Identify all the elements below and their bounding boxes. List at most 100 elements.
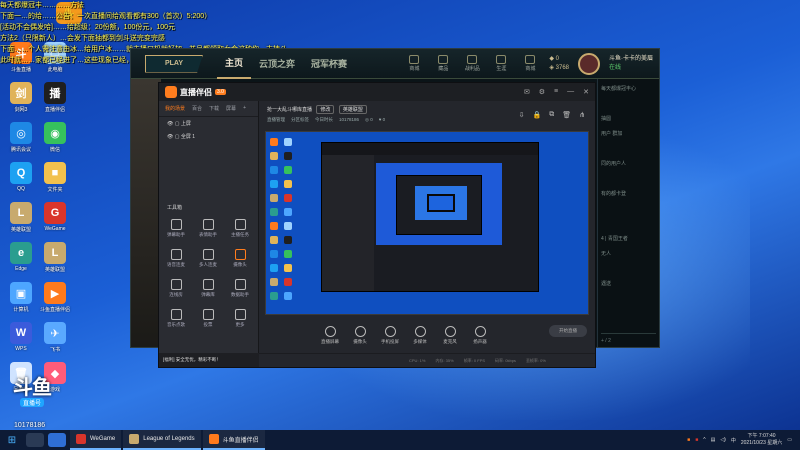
lol-tab-tft[interactable]: 云顶之弈 [251, 49, 303, 79]
toolbox-item[interactable]: 主播任务 [225, 219, 255, 238]
network-icon[interactable]: ▤ [711, 437, 716, 443]
desktop-icon[interactable]: 剑剑网3 [4, 82, 38, 113]
source-button[interactable]: 摄像头 [349, 325, 371, 345]
lol-tab-home[interactable]: 主页 [217, 49, 252, 79]
desktop-icon[interactable]: W WPS [4, 322, 38, 352]
tab-b[interactable]: 百合 [192, 105, 202, 112]
lol-collection-button[interactable]: 藏品 [433, 55, 453, 72]
toolbox-item[interactable]: 更多 [225, 309, 255, 328]
toolbox-item[interactable]: 弹幕助手 [161, 219, 191, 238]
menu-icon[interactable]: ≡ [554, 88, 558, 96]
tab-my-scene[interactable]: 我的场景 [165, 105, 185, 112]
notification-icon[interactable]: ▭ [787, 437, 792, 443]
toolbox-item[interactable]: 弹幕库 [193, 279, 223, 298]
source-button[interactable]: 手机投屏 [379, 325, 401, 345]
dy-ad-banner[interactable]: [福利] 安全无忧，精彩不断！ [159, 353, 259, 367]
clock[interactable]: 下午 7:07:40 2021/10/23 星期六 [741, 433, 782, 447]
lol-friend-item[interactable]: 同的用户人 [601, 157, 656, 172]
lol-friend-item[interactable]: 每天都爆冠丰心 [601, 82, 656, 97]
toolbox-item[interactable]: 多人连麦 [193, 249, 223, 268]
lol-tab-clash[interactable]: 冠军杯赛 [303, 49, 355, 79]
copy-icon[interactable]: ⧉ [549, 111, 554, 119]
desktop-icon[interactable]: ■ 文件夹 [38, 162, 72, 193]
add-scene-icon[interactable]: + [243, 105, 246, 112]
lol-friends-footer[interactable]: + / 2 [601, 333, 656, 345]
message-icon[interactable]: ✉ [524, 88, 530, 96]
lol-friend-item[interactable]: 4 | 青国王者 [601, 232, 656, 247]
source-icon [324, 325, 336, 337]
ime-icon[interactable]: 中 [731, 437, 736, 444]
source-icon [384, 325, 396, 337]
toolbox-item[interactable]: 表情助手 [193, 219, 223, 238]
lol-friend-item[interactable] [601, 97, 656, 112]
lol-friend-item[interactable] [601, 217, 656, 232]
tray-icon[interactable]: ■ [695, 437, 698, 443]
desktop-icon[interactable]: Q QQ [4, 162, 38, 192]
start-button[interactable]: ⊞ [0, 435, 24, 446]
toolbox-item[interactable]: 连线房 [161, 279, 191, 298]
lol-friend-item[interactable] [601, 172, 656, 187]
toolbox-item[interactable]: 音乐点歌 [161, 309, 191, 328]
dy-scene-tabs: 我的场景 百合 下载 屏幕 + [159, 101, 258, 117]
lol-store-button[interactable]: 商城 [404, 55, 424, 72]
desktop-icon[interactable]: ▣ 计算机 [4, 282, 38, 313]
desktop-icon[interactable]: L 英雄联盟 [38, 242, 72, 273]
lol-friend-item[interactable] [601, 262, 656, 277]
taskbar-app-wegame[interactable]: WeGame [70, 430, 122, 450]
scene-item[interactable]: 👁 ▢ 上屏 [159, 117, 258, 130]
scene-item[interactable]: 👁 ▢ 全屏 1 [159, 130, 258, 143]
source-button[interactable]: 直播屏幕 [319, 325, 341, 345]
desktop-icon[interactable]: ✈ 飞书 [38, 322, 72, 353]
desktop-icon[interactable]: ◉ 微信 [38, 122, 72, 153]
settings-icon[interactable]: ⚙ [539, 88, 545, 96]
close-icon[interactable]: ✕ [583, 88, 589, 96]
source-button[interactable]: 麦克风 [439, 325, 461, 345]
start-stream-button[interactable]: 开始直播 [549, 325, 587, 337]
taskbar-app-lol[interactable]: League of Legends [123, 430, 201, 450]
desktop-icon[interactable]: ▶ 斗鱼直播伴侣 [38, 282, 72, 313]
source-button[interactable]: 扬声器 [469, 325, 491, 345]
lol-friend-item[interactable] [601, 202, 656, 217]
chevron-up-icon[interactable]: ^ [703, 437, 705, 443]
lock-icon[interactable]: 🔒 [533, 111, 542, 119]
desktop-icon[interactable]: ◎ 腾讯会议 [4, 122, 38, 153]
lol-friend-item[interactable]: 无人 [601, 247, 656, 262]
lol-friend-item[interactable]: 有的都卡登 [601, 187, 656, 202]
toolbox-item[interactable]: 投票 [193, 309, 223, 328]
desktop-icon[interactable]: L 英雄联盟 [4, 202, 38, 233]
source-icon [354, 325, 366, 337]
taskbar-app-douyu[interactable]: 斗鱼直播伴侣 [202, 430, 265, 450]
browser-icon[interactable] [48, 433, 66, 447]
minimize-icon[interactable]: — [567, 88, 574, 96]
lol-shop-button[interactable]: 商城 [520, 55, 540, 72]
volume-icon[interactable]: ◁) [720, 437, 726, 443]
lol-friend-item[interactable] [601, 142, 656, 157]
tab-d[interactable]: 屏幕 [226, 105, 236, 112]
toolbox-item[interactable]: 摄像头 [225, 249, 255, 268]
search-icon[interactable] [26, 433, 44, 447]
douyu-assistant-window[interactable]: 直播伴侣 3.0 ✉ ⚙ ≡ — ✕ 我的场景 百合 下载 屏幕 + 👁 ▢ 上… [158, 82, 596, 368]
lol-loot-button[interactable]: 战利品 [462, 55, 482, 72]
desktop-icon[interactable]: e Edge [4, 242, 38, 272]
category-button[interactable]: 英雄联盟 [338, 105, 367, 114]
lol-friend-item[interactable]: 用户 群加 [601, 127, 656, 142]
lol-avatar[interactable] [578, 52, 600, 75]
lol-profile-button[interactable]: 生涯 [491, 55, 511, 72]
trash-icon[interactable]: 🗑 [562, 111, 571, 119]
stream-preview[interactable] [265, 131, 589, 315]
tab-c[interactable]: 下载 [209, 105, 219, 112]
tray-icon[interactable]: ■ [687, 437, 690, 443]
lol-friend-item[interactable]: 抽圆 [601, 112, 656, 127]
toolbox-item[interactable]: 数据助手 [225, 279, 255, 298]
download-icon[interactable]: ⇩ [519, 111, 525, 119]
lol-play-button[interactable]: PLAY [145, 54, 203, 73]
share-icon[interactable]: ⋔ [579, 111, 585, 119]
lol-summoner[interactable]: 斗鱼·卡卡的美眉 在线 [609, 55, 653, 73]
lol-friends-list[interactable]: 每天都爆冠丰心 抽圆 用户 群加同的用户人有的都卡登 4 | 青国王者 无人遇送 + / … [597, 79, 659, 347]
desktop-icon[interactable]: 播直播伴侣 [38, 82, 72, 113]
lol-friend-item[interactable]: 遇送 [601, 277, 656, 292]
edit-room-button[interactable]: 修改 [316, 105, 335, 114]
source-button[interactable]: 多媒体 [409, 325, 431, 345]
toolbox-item[interactable]: 语音连麦 [161, 249, 191, 268]
desktop-icon[interactable]: G WeGame [38, 202, 72, 232]
